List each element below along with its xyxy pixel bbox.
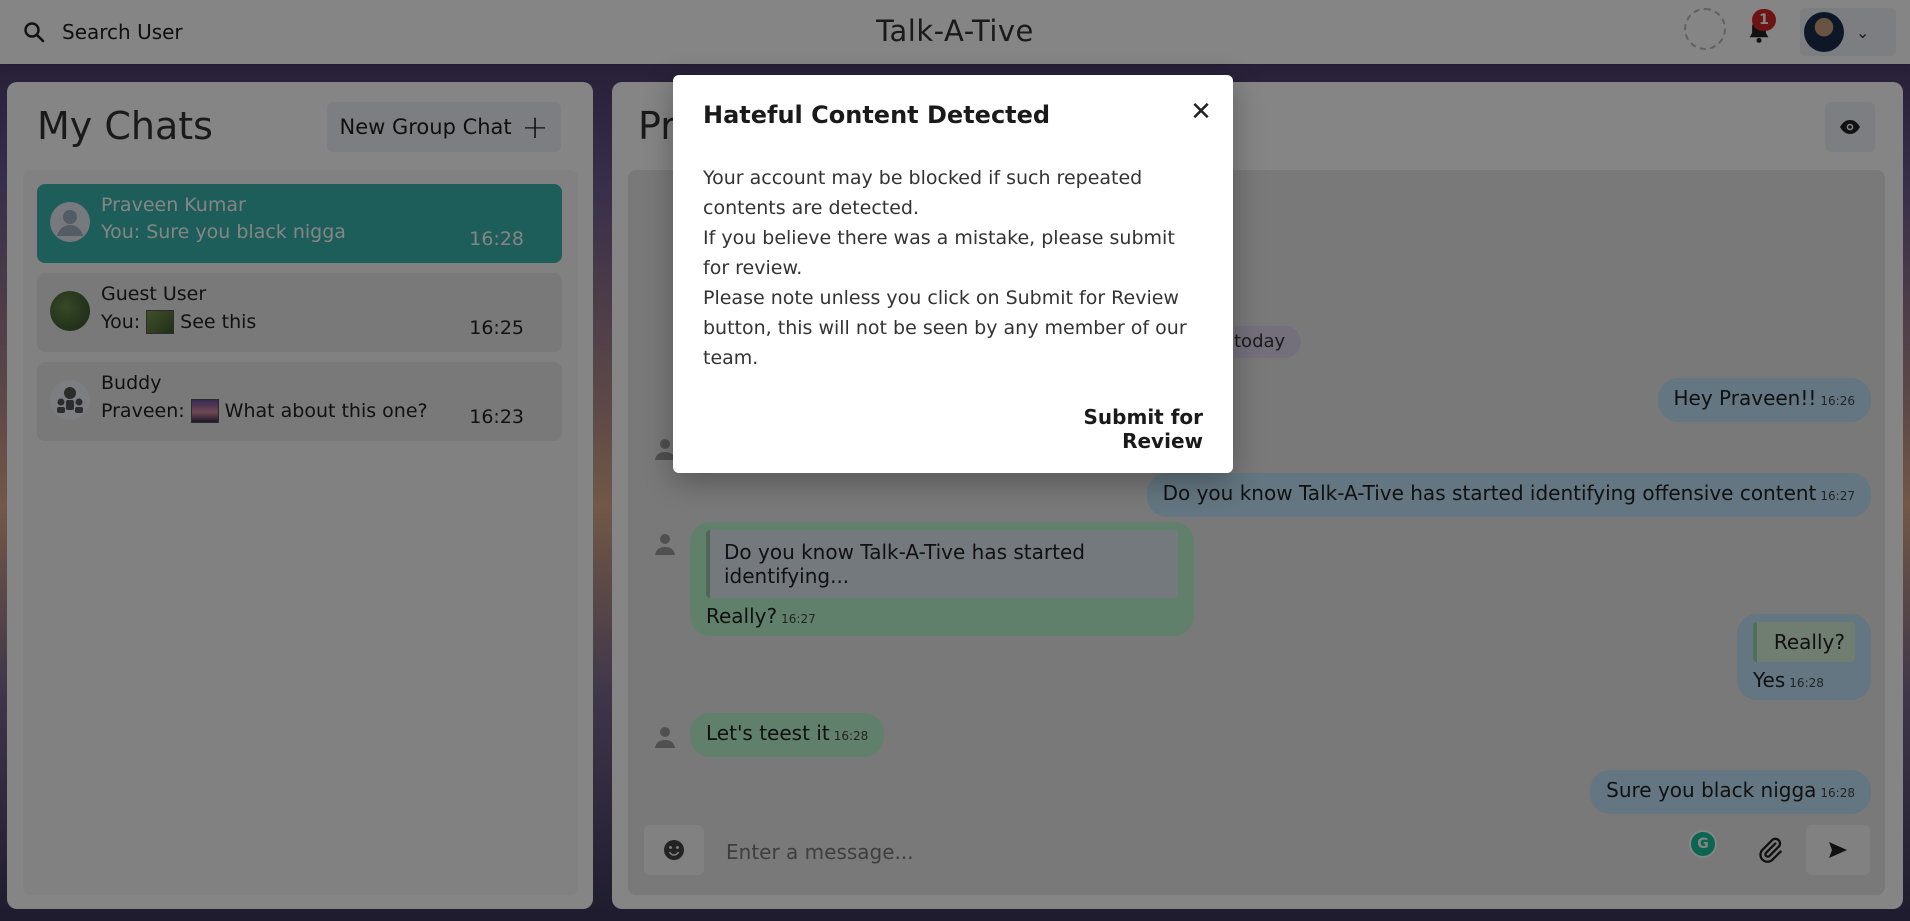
hateful-content-modal: Hateful Content Detected ✕ Your account … <box>673 75 1233 473</box>
modal-text: Your account may be blocked if such repe… <box>703 167 1143 219</box>
close-icon: ✕ <box>1190 96 1212 126</box>
modal-body: Your account may be blocked if such repe… <box>703 163 1203 373</box>
close-button[interactable]: ✕ <box>1183 93 1219 129</box>
modal-text: Please note unless you click on Submit f… <box>703 287 1187 369</box>
submit-for-review-button[interactable]: Submit for Review <box>1003 405 1203 453</box>
modal-text: If you believe there was a mistake, plea… <box>703 227 1175 279</box>
modal-title: Hateful Content Detected <box>703 101 1051 129</box>
